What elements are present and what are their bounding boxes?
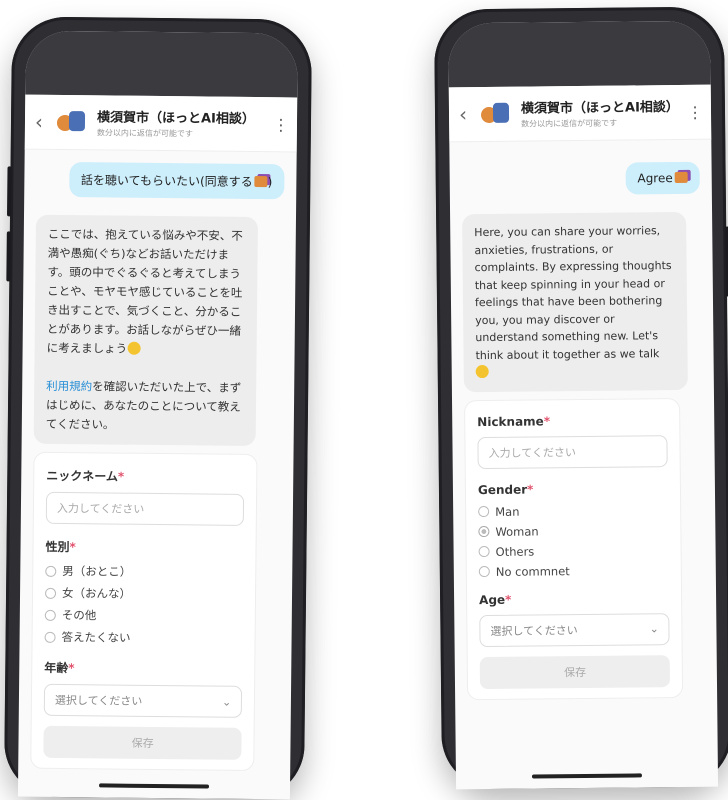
home-indicator bbox=[99, 783, 210, 789]
save-button[interactable]: 保存 bbox=[43, 725, 243, 760]
chat-body: 話を聴いてもらいたい(同意する) ここでは、抱えている悩みや不安、不満や愚痴(ぐ… bbox=[18, 150, 296, 772]
chat-body: Agree Here, you can share your worries, … bbox=[449, 140, 717, 700]
sticker-icon bbox=[674, 171, 688, 184]
user-message: 話を聴いてもらいたい(同意する) bbox=[68, 162, 285, 200]
gender-label: Gender* bbox=[477, 482, 534, 497]
gender-option-others[interactable]: Others bbox=[478, 543, 670, 559]
chat-header: ‹ 横須賀市（ほっとAI相談） 数分以内に返信が可能です ⋮ bbox=[448, 84, 712, 143]
status-area bbox=[25, 30, 298, 98]
age-select[interactable]: 選択してください ⌄ bbox=[43, 683, 243, 718]
nickname-label: ニックネーム* bbox=[46, 468, 125, 484]
age-select[interactable]: 選択してください ⌄ bbox=[479, 612, 670, 647]
chat-subtitle: 数分以内に返信が可能です bbox=[521, 118, 618, 129]
terms-link[interactable]: 利用規約 bbox=[46, 379, 92, 393]
chat-title: 横須賀市（ほっとAI相談） bbox=[96, 110, 256, 127]
profile-form: Nickname* 入力してください Gender* Man Woman Oth… bbox=[464, 397, 684, 700]
save-button[interactable]: 保存 bbox=[479, 654, 671, 689]
smile-emoji-icon bbox=[127, 341, 141, 355]
bot-message: ここでは、抱えている悩みや不安、不満や愚痴(ぐち)などお話いただけます。頭の中で… bbox=[33, 214, 259, 447]
chevron-down-icon: ⌄ bbox=[649, 622, 659, 636]
gender-option-no-answer[interactable]: 答えたくない bbox=[44, 629, 244, 647]
smile-emoji-icon bbox=[475, 364, 489, 379]
gender-option-man[interactable]: Man bbox=[478, 503, 669, 519]
phone-left: ‹ 横須賀市（ほっとAI相談） 数分以内に返信が可能です ⋮ 話を聴いてもらいた… bbox=[3, 16, 313, 800]
profile-form: ニックネーム* 入力してください 性別* 男（おとこ） 女（おんな） その他 答… bbox=[30, 451, 258, 772]
nickname-input[interactable]: 入力してください bbox=[477, 434, 669, 469]
nickname-input[interactable]: 入力してください bbox=[45, 491, 245, 526]
gender-option-no-comment[interactable]: No commnet bbox=[478, 563, 670, 579]
chat-title: 横須賀市（ほっとAI相談） bbox=[520, 99, 679, 117]
gender-option-other[interactable]: その他 bbox=[44, 607, 244, 625]
sticker-icon bbox=[254, 176, 268, 188]
status-area bbox=[448, 20, 711, 88]
avatar bbox=[56, 111, 89, 133]
chevron-left-icon[interactable]: ‹ bbox=[35, 110, 57, 134]
gender-option-male[interactable]: 男（おとこ） bbox=[45, 563, 244, 581]
chevron-left-icon[interactable]: ‹ bbox=[459, 102, 481, 126]
side-button bbox=[6, 166, 12, 217]
screen-left: ‹ 横須賀市（ほっとAI相談） 数分以内に返信が可能です ⋮ 話を聴いてもらいた… bbox=[17, 30, 298, 800]
chat-header: ‹ 横須賀市（ほっとAI相談） 数分以内に返信が可能です ⋮ bbox=[24, 94, 298, 153]
age-label: Age* bbox=[479, 592, 512, 607]
gender-option-female[interactable]: 女（おんな） bbox=[45, 585, 244, 603]
gender-option-woman[interactable]: Woman bbox=[478, 523, 669, 539]
gender-label: 性別* bbox=[45, 539, 76, 555]
bot-message: Here, you can share your worries, anxiet… bbox=[462, 211, 688, 392]
home-indicator bbox=[531, 773, 642, 779]
age-label: 年齢* bbox=[44, 660, 75, 676]
phone-right: ‹ 横須賀市（ほっとAI相談） 数分以内に返信が可能です ⋮ Agree Her… bbox=[433, 6, 728, 790]
side-button bbox=[6, 231, 11, 282]
more-vertical-icon[interactable]: ⋮ bbox=[687, 102, 703, 121]
more-vertical-icon[interactable]: ⋮ bbox=[273, 115, 289, 134]
user-message: Agree bbox=[625, 161, 700, 195]
avatar bbox=[480, 102, 513, 125]
nickname-label: Nickname* bbox=[477, 413, 551, 429]
chat-subtitle: 数分以内に返信が可能です bbox=[96, 128, 193, 139]
screen-right: ‹ 横須賀市（ほっとAI相談） 数分以内に返信が可能です ⋮ Agree Her… bbox=[448, 20, 719, 790]
chevron-down-icon: ⌄ bbox=[222, 695, 232, 709]
